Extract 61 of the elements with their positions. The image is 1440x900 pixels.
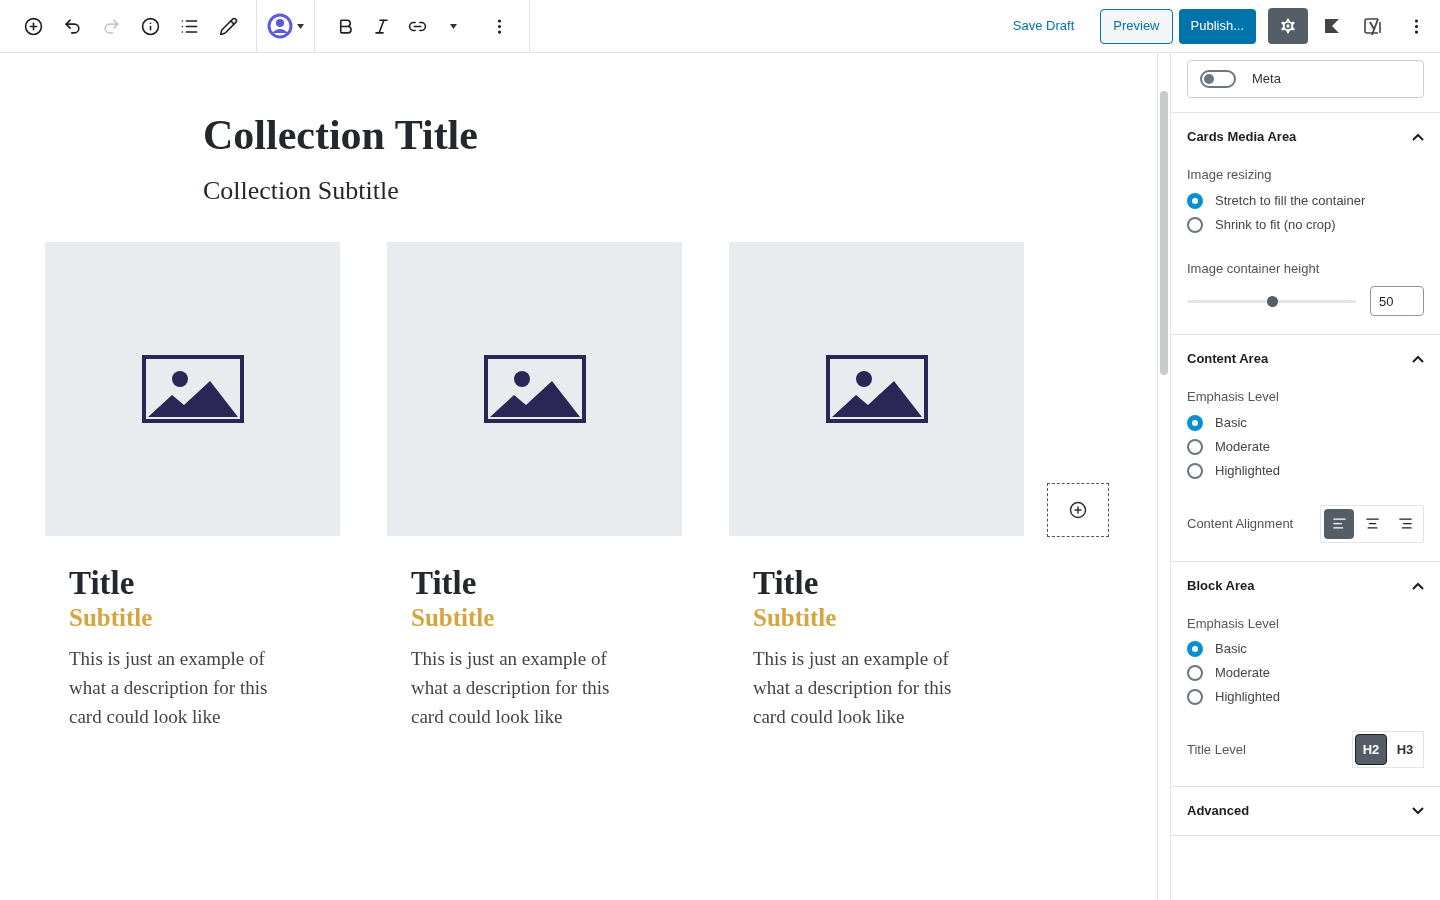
image-icon (141, 355, 244, 423)
field-label: Image resizing (1187, 166, 1273, 184)
radio-button[interactable] (1187, 689, 1203, 705)
card-title: Title (411, 564, 478, 602)
chevron-up-icon (1412, 581, 1424, 590)
number-field[interactable]: 50 (1370, 286, 1424, 316)
radio-option[interactable]: Highlighted (1187, 458, 1424, 483)
field-label: Emphasis Level (1187, 614, 1280, 633)
radio-option[interactable]: Stretch to fill the container (1187, 188, 1424, 213)
title-level-button[interactable]: H2 (1355, 734, 1387, 765)
radio-option[interactable]: Moderate (1187, 434, 1424, 459)
radio-button[interactable] (1187, 462, 1203, 479)
radio-option[interactable]: Moderate (1187, 661, 1424, 685)
radio-button[interactable] (1187, 216, 1203, 233)
card-title: Title (753, 564, 820, 602)
align-icon (1397, 516, 1413, 531)
card-description: This is just an example of what a description for this card could look like (753, 647, 953, 729)
align-icon (1331, 516, 1347, 531)
save-draft-link[interactable]: Save Draft (1000, 8, 1087, 44)
card-subtitle: Subtitle (411, 603, 496, 633)
panel-header[interactable]: Advanced (1187, 787, 1424, 835)
preview-button[interactable]: Preview (1100, 8, 1173, 44)
radio-option[interactable]: Shrink to fit (no crop) (1187, 212, 1424, 237)
chevron-down-icon (1412, 807, 1424, 815)
radio-button[interactable] (1187, 192, 1203, 209)
meta-toggle-row[interactable]: Meta (1187, 60, 1424, 98)
image-icon (483, 355, 586, 423)
radio-option[interactable]: Basic (1187, 637, 1424, 661)
field-label: Emphasis Level (1187, 388, 1280, 406)
alignment-button[interactable] (1324, 508, 1354, 539)
toggle-switch[interactable] (1200, 70, 1236, 88)
align-icon (1364, 516, 1380, 531)
panel-header[interactable]: Content Area (1187, 335, 1424, 383)
chevron-up-icon (1412, 133, 1424, 141)
card-title: Title (69, 564, 136, 602)
title-level-button[interactable]: H3 (1389, 734, 1421, 765)
chevron-up-icon (1412, 355, 1424, 363)
field-label: Title Level (1187, 740, 1246, 759)
field-label: Image container height (1187, 259, 1321, 278)
panel-header[interactable]: Block Area (1187, 561, 1424, 610)
radio-option[interactable]: Highlighted (1187, 685, 1424, 709)
image-icon (825, 355, 928, 423)
add-card-button[interactable] (1047, 483, 1109, 537)
collection-subtitle: Collection Subtitle (203, 175, 400, 207)
collection-title: Collection Title (203, 111, 479, 160)
radio-button[interactable] (1187, 414, 1203, 431)
scrollbar[interactable] (1160, 91, 1168, 375)
radio-button[interactable] (1187, 665, 1203, 681)
plus-circle-icon (1069, 501, 1087, 519)
radio-option[interactable]: Basic (1187, 410, 1424, 435)
radio-button[interactable] (1187, 641, 1203, 657)
card-subtitle: Subtitle (69, 603, 154, 633)
radio-button[interactable] (1187, 438, 1203, 455)
card-description: This is just an example of what a description for this card could look like (411, 647, 611, 729)
card-subtitle: Subtitle (753, 603, 838, 633)
card-description: This is just an example of what a description for this card could look like (69, 647, 269, 729)
field-label: Content Alignment (1187, 514, 1294, 533)
publish-button[interactable]: Publish... (1178, 8, 1256, 44)
settings-icon[interactable] (1268, 8, 1308, 44)
panel-header[interactable]: Cards Media Area (1187, 113, 1424, 161)
slider-thumb[interactable] (1266, 295, 1278, 307)
